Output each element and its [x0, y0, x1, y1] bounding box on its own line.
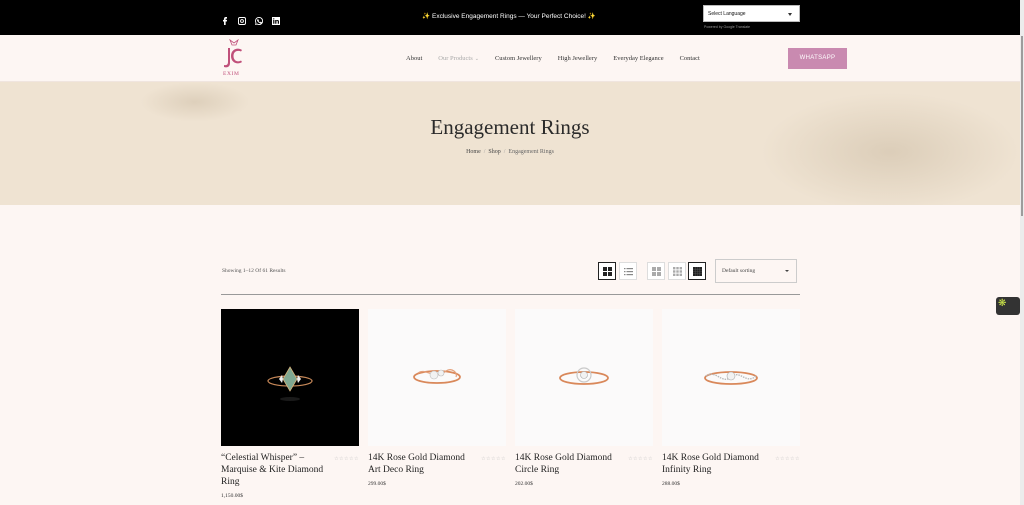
breadcrumb-home[interactable]: Home: [466, 149, 481, 155]
flower-icon: ❋: [998, 298, 1007, 309]
top-bar: ✨ Exclusive Engagement Rings — Your Perf…: [0, 0, 1024, 35]
chevron-down-icon: [785, 270, 789, 272]
product-name[interactable]: 14K Rose Gold Diamond Art Deco Ring: [368, 452, 473, 476]
site-logo[interactable]: EXIM: [221, 39, 247, 77]
sort-select[interactable]: Default sorting: [715, 259, 797, 283]
three-columns-button[interactable]: [668, 262, 686, 280]
nav-about[interactable]: About: [406, 55, 422, 62]
sort-select-label: Default sorting: [722, 268, 756, 274]
language-select-label: Select Language: [708, 11, 746, 17]
nav-our-products-label: Our Products: [438, 55, 473, 62]
grid-icon: [603, 267, 612, 276]
breadcrumb-separator: /: [483, 149, 486, 155]
columns-4-icon: [693, 267, 702, 276]
product-image[interactable]: [221, 309, 359, 446]
breadcrumb-shop[interactable]: Shop: [488, 149, 500, 155]
rating-stars: ☆☆☆☆☆: [334, 457, 359, 462]
svg-text:EXIM: EXIM: [223, 71, 239, 77]
product-name[interactable]: 14K Rose Gold Diamond Circle Ring: [515, 452, 620, 476]
ring-image: [413, 369, 461, 384]
nav-our-products[interactable]: Our Products ⌄: [438, 55, 479, 62]
site-header: EXIM About Our Products ⌄ Custom Jeweller…: [0, 35, 1020, 82]
nav-everyday-elegance[interactable]: Everyday Elegance: [613, 55, 663, 62]
columns-3-icon: [673, 267, 682, 276]
rating-stars: ☆☆☆☆☆: [628, 457, 653, 462]
toolbar-divider: [221, 294, 800, 295]
promo-text: Exclusive Engagement Rings — Your Perfec…: [432, 13, 586, 20]
product-image[interactable]: [368, 309, 506, 446]
nav-high-jewellery[interactable]: High Jewellery: [558, 55, 598, 62]
powered-by-google-translate[interactable]: Powered by Google Translate: [704, 25, 750, 29]
product-name[interactable]: “Celestial Whisper” – Marquise & Kite Di…: [221, 452, 326, 488]
grid-view-button[interactable]: [598, 262, 616, 280]
nav-custom-jewellery[interactable]: Custom Jewellery: [495, 55, 542, 62]
chevron-down-icon: [788, 13, 792, 16]
rating-stars: ☆☆☆☆☆: [775, 457, 800, 462]
ring-image: [559, 367, 609, 385]
product-card[interactable]: 14K Rose Gold Diamond Art Deco Ring ☆☆☆☆…: [368, 309, 506, 487]
main-navigation: About Our Products ⌄ Custom Jewellery Hig…: [406, 55, 700, 62]
product-card[interactable]: “Celestial Whisper” – Marquise & Kite Di…: [221, 309, 359, 499]
product-name[interactable]: 14K Rose Gold Diamond Infinity Ring: [662, 452, 767, 476]
breadcrumb: Home / Shop / Engagement Rings: [0, 149, 1020, 155]
promo-banner-text: ✨ Exclusive Engagement Rings — Your Perf…: [0, 12, 1018, 20]
product-image[interactable]: [515, 309, 653, 446]
list-icon: [624, 268, 633, 276]
sparkle-icon: ✨: [587, 13, 596, 20]
product-image[interactable]: [662, 309, 800, 446]
ring-image: [704, 371, 758, 385]
results-count: Showing 1–12 Of 61 Results: [222, 268, 286, 274]
page-hero-banner: Engagement Rings Home / Shop / Engagement Ri…: [0, 82, 1020, 205]
sparkle-icon: ✨: [422, 13, 431, 20]
chevron-down-icon: ⌄: [474, 57, 479, 62]
scrollbar-thumb[interactable]: [1021, 36, 1023, 216]
four-columns-button[interactable]: [688, 262, 706, 280]
page-scrollbar[interactable]: [1020, 0, 1024, 505]
product-price: 299.00$: [368, 481, 386, 487]
page-title: Engagement Rings: [430, 115, 590, 139]
nav-contact[interactable]: Contact: [680, 55, 700, 62]
whatsapp-button[interactable]: WHATSAPP: [788, 48, 847, 69]
floating-widget-button[interactable]: ❋: [996, 297, 1020, 315]
columns-2-icon: [652, 267, 661, 276]
product-price: 1,150.00$: [221, 493, 243, 499]
ring-image: [267, 366, 313, 401]
product-card[interactable]: 14K Rose Gold Diamond Infinity Ring ☆☆☆☆…: [662, 309, 800, 487]
breadcrumb-current: Engagement Rings: [508, 149, 554, 155]
product-price: 202.00$: [515, 481, 533, 487]
rating-stars: ☆☆☆☆☆: [481, 457, 506, 462]
product-price: 288.00$: [662, 481, 680, 487]
breadcrumb-separator: /: [503, 149, 506, 155]
language-select[interactable]: Select Language: [703, 5, 800, 22]
two-columns-button[interactable]: [647, 262, 665, 280]
product-card[interactable]: 14K Rose Gold Diamond Circle Ring ☆☆☆☆☆ …: [515, 309, 653, 487]
list-view-button[interactable]: [619, 262, 637, 280]
